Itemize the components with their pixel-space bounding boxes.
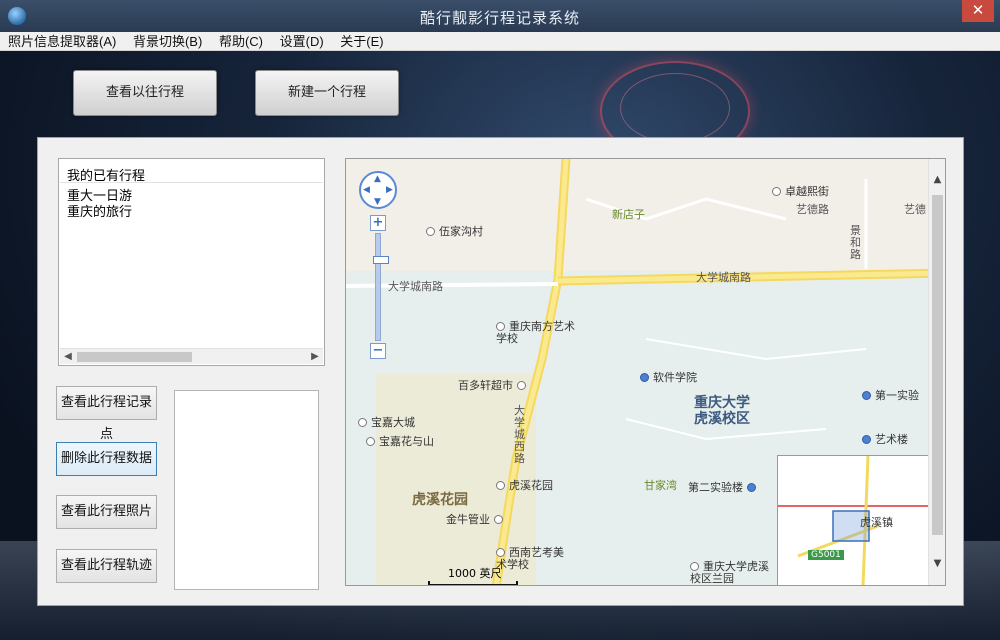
pan-control-icon[interactable]: ▲ ▼ ◀ ▶ <box>359 171 397 209</box>
map-label: 大学城南路 <box>388 280 443 293</box>
poi-icon <box>493 515 503 524</box>
map-label: 大学城西路 <box>514 404 525 465</box>
zoom-in-icon[interactable]: + <box>370 215 386 231</box>
map-label: 新店子 <box>612 208 645 221</box>
new-trip-button[interactable]: 新建一个行程 <box>255 70 399 116</box>
poi-icon <box>496 548 505 557</box>
map-label: 甘家湾 <box>644 479 677 492</box>
divider <box>60 182 323 183</box>
menu-help[interactable]: 帮助(C) <box>211 32 268 51</box>
scale-label: 1000 英尺 <box>448 567 502 580</box>
map-label: 重庆大学虎溪校区兰园 <box>690 560 769 585</box>
poi-icon <box>358 418 367 427</box>
poi-icon <box>772 187 781 196</box>
school-icon <box>640 373 649 382</box>
menu-settings[interactable]: 设置(D) <box>272 32 329 51</box>
details-textbox[interactable] <box>174 390 319 590</box>
overview-label: 虎溪镇 <box>860 516 893 529</box>
map-label: 第二实验楼 <box>688 479 760 495</box>
poi-icon <box>426 227 435 236</box>
map-label: 景和路 <box>850 224 861 261</box>
map-label: 虎溪花园 <box>412 492 468 508</box>
map-scale: 1000 英尺 <box>428 565 518 585</box>
menu-about[interactable]: 关于(E) <box>332 32 388 51</box>
scroll-thumb[interactable] <box>932 195 943 535</box>
zoom-control[interactable]: + − <box>370 215 389 361</box>
map-label: 软件学院 <box>640 369 697 385</box>
planet-ring-inner <box>620 73 730 143</box>
map-view[interactable]: ▲ ▼ ◀ ▶ + − 伍家沟村 新店子 卓越熙街 艺德路 艺德 景和路 大学城… <box>345 158 946 586</box>
zoom-slider[interactable] <box>373 233 389 341</box>
scroll-right-icon[interactable]: ▶ <box>307 349 323 365</box>
view-points-button[interactable]: 查看此行程记录点 <box>56 386 157 442</box>
delete-trip-button[interactable]: 删除此行程数据 <box>56 442 157 476</box>
map-label: 大学城南路 <box>696 271 751 284</box>
map-label: 卓越熙街 <box>772 183 829 199</box>
map-label: 金牛管业 <box>446 511 507 527</box>
view-past-trips-button[interactable]: 查看以往行程 <box>73 70 217 116</box>
overview-map[interactable]: 虎溪镇 G5001 <box>777 455 929 585</box>
map-label: 第一实验 <box>862 387 919 403</box>
scroll-down-icon[interactable]: ▼ <box>929 555 945 572</box>
overview-canvas <box>778 456 928 585</box>
map-label: 宝嘉大城 <box>358 414 415 430</box>
zoom-slider-handle[interactable] <box>373 256 389 264</box>
map-label: 艺德 <box>904 203 926 216</box>
map-label: 重庆南方艺术学校 <box>496 320 575 345</box>
map-label: 伍家沟村 <box>426 223 483 239</box>
poi-icon <box>366 437 375 446</box>
list-item[interactable]: 重庆的旅行 <box>67 201 132 220</box>
map-label: 百多轩超市 <box>458 377 530 393</box>
building-icon <box>746 483 756 492</box>
main-panel: 我的已有行程 重大一日游 重庆的旅行 ◀ ▶ 查看此行程记录点 删除此行程数据 … <box>37 137 964 606</box>
title-bar: 酷行靓影行程记录系统 ✕ <box>0 0 1000 32</box>
map-label: 重庆大学虎溪校区 <box>694 395 750 427</box>
menu-bar: 照片信息提取器(A) 背景切换(B) 帮助(C) 设置(D) 关于(E) <box>0 32 1000 51</box>
map-vertical-scrollbar[interactable]: ▲ ▼ <box>928 159 945 585</box>
horizontal-scrollbar[interactable]: ◀ ▶ <box>60 348 323 364</box>
map-label: 虎溪花园 <box>496 477 553 493</box>
view-track-button[interactable]: 查看此行程轨迹 <box>56 549 157 583</box>
building-icon <box>862 391 871 400</box>
poi-icon <box>496 481 505 490</box>
window-title: 酷行靓影行程记录系统 <box>419 9 580 27</box>
close-button[interactable]: ✕ <box>962 0 994 22</box>
zoom-out-icon[interactable]: − <box>370 343 386 359</box>
scroll-up-icon[interactable]: ▲ <box>929 171 945 188</box>
building-icon <box>862 435 871 444</box>
poi-icon <box>496 322 505 331</box>
poi-icon <box>690 562 699 571</box>
scroll-thumb[interactable] <box>77 352 192 362</box>
map-label: 艺术楼 <box>862 431 908 447</box>
map-label: 宝嘉花与山 <box>366 433 434 449</box>
scroll-left-icon[interactable]: ◀ <box>60 349 76 365</box>
menu-background-switch[interactable]: 背景切换(B) <box>125 32 207 51</box>
highway-shield-icon: G5001 <box>808 550 844 560</box>
poi-icon <box>516 381 526 390</box>
view-photos-button[interactable]: 查看此行程照片 <box>56 495 157 529</box>
map-label: 艺德路 <box>796 203 829 216</box>
trips-list[interactable]: 我的已有行程 重大一日游 重庆的旅行 ◀ ▶ <box>58 158 325 366</box>
scale-bar <box>428 581 518 585</box>
menu-photo-extractor[interactable]: 照片信息提取器(A) <box>0 32 121 51</box>
